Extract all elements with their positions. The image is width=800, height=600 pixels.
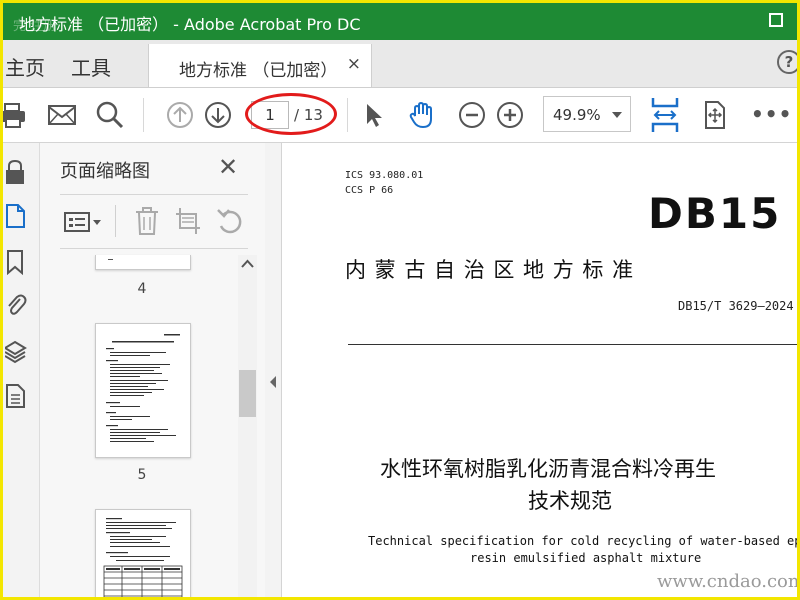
close-panel-button[interactable]: ✕ xyxy=(218,153,238,181)
select-cursor-icon[interactable] xyxy=(359,100,389,130)
thumbnail-page-4[interactable] xyxy=(95,255,191,270)
page-up-icon[interactable] xyxy=(165,100,195,130)
title-cn-line-2: 技术规范 xyxy=(528,489,612,513)
navigation-rail xyxy=(3,143,40,597)
collapse-arrow-icon[interactable] xyxy=(269,375,277,389)
fit-page-icon[interactable] xyxy=(700,100,730,130)
watermark: www.cndao.com xyxy=(657,571,800,592)
title-cn-line-1: 水性环氧树脂乳化沥青混合料冷再生 xyxy=(380,457,716,481)
bookmark-icon[interactable] xyxy=(5,249,27,275)
tab-bar: 主页 工具 地方标准 （已加密） × ? xyxy=(3,40,797,88)
toolbar-divider xyxy=(347,98,348,132)
thumbnail-scrollbar[interactable] xyxy=(238,255,257,597)
close-tab-button[interactable]: × xyxy=(347,54,361,74)
layers-icon[interactable] xyxy=(5,339,27,365)
scrollbar-thumb[interactable] xyxy=(239,370,256,417)
screenshot-frame: 完 注册 地方标准 （已加密） - Adobe Acrobat Pro DC 主… xyxy=(0,0,800,600)
thumbnail-toolbar xyxy=(60,203,260,243)
tab-home[interactable]: 主页 xyxy=(5,52,45,81)
crop-icon[interactable] xyxy=(174,206,202,236)
mail-icon[interactable] xyxy=(47,100,77,130)
hand-tool-icon[interactable] xyxy=(407,100,437,130)
page-thumbnails-icon[interactable] xyxy=(5,203,27,229)
panel-divider xyxy=(60,194,248,195)
panel-divider xyxy=(60,248,248,249)
tab-tools[interactable]: 工具 xyxy=(71,52,111,81)
db-mark: DB15 xyxy=(648,189,782,238)
red-annotation-ellipse xyxy=(245,93,337,135)
restore-window-icon[interactable] xyxy=(769,13,783,27)
standard-organization: 内 蒙 古 自 治 区 地 方 标 准 xyxy=(345,258,635,282)
attachment-icon[interactable] xyxy=(5,291,27,317)
thumbnail-page-content xyxy=(106,334,180,442)
chevron-up-icon[interactable] xyxy=(241,259,254,269)
help-icon[interactable]: ? xyxy=(777,50,797,74)
chevron-down-icon xyxy=(612,112,622,118)
delete-icon[interactable] xyxy=(134,206,160,236)
more-tools-button[interactable]: ••• xyxy=(751,102,792,126)
print-icon[interactable] xyxy=(0,100,29,130)
ccs-code: CCS P 66 xyxy=(345,185,394,196)
title-bar: 完 注册 地方标准 （已加密） - Adobe Acrobat Pro DC xyxy=(3,3,797,40)
ics-code: ICS 93.080.01 xyxy=(345,170,424,181)
page-down-icon[interactable] xyxy=(203,100,233,130)
thumbnail-page-6[interactable] xyxy=(95,509,191,597)
title-en-line-1: Technical specification for cold recycli… xyxy=(368,534,800,548)
fit-width-icon[interactable] xyxy=(649,96,681,134)
thumbnail-page-5[interactable] xyxy=(95,323,191,458)
search-icon[interactable] xyxy=(95,100,125,130)
panel-collapse-handle[interactable] xyxy=(265,143,282,597)
header-rule xyxy=(348,344,797,345)
document-tab-label: 地方标准 （已加密） xyxy=(179,61,338,81)
tab-document[interactable]: 地方标准 （已加密） × xyxy=(148,44,372,87)
thumbnail-page-content xyxy=(103,518,183,597)
standard-number: DB15/T 3629—2024 xyxy=(678,299,794,313)
zoom-out-icon[interactable] xyxy=(457,100,487,130)
document-icon[interactable] xyxy=(5,383,27,409)
rotate-icon[interactable] xyxy=(216,206,244,236)
panel-title: 页面缩略图 xyxy=(60,161,150,182)
thumbnail-content xyxy=(108,259,113,260)
document-page: ICS 93.080.01 CCS P 66 DB15 内 蒙 古 自 治 区 … xyxy=(282,143,800,597)
toolbar-divider xyxy=(143,98,144,132)
thumbnail-label: 4 xyxy=(137,281,147,297)
toolbar: 1 / 13 49.9% ••• xyxy=(0,88,797,143)
zoom-in-icon[interactable] xyxy=(495,100,525,130)
window-title: 地方标准 （已加密） - Adobe Acrobat Pro DC xyxy=(19,15,361,34)
toolbar-divider xyxy=(115,205,116,237)
title-en-line-2: resin emulsified asphalt mixture xyxy=(470,551,702,565)
zoom-value: 49.9% xyxy=(553,106,601,124)
zoom-select[interactable]: 49.9% xyxy=(543,96,631,132)
options-menu-icon[interactable] xyxy=(63,207,103,237)
thumbnail-panel: 页面缩略图 ✕ 4 5 xyxy=(40,143,265,597)
thumbnail-label: 5 xyxy=(137,467,147,483)
lock-icon[interactable] xyxy=(5,159,27,185)
